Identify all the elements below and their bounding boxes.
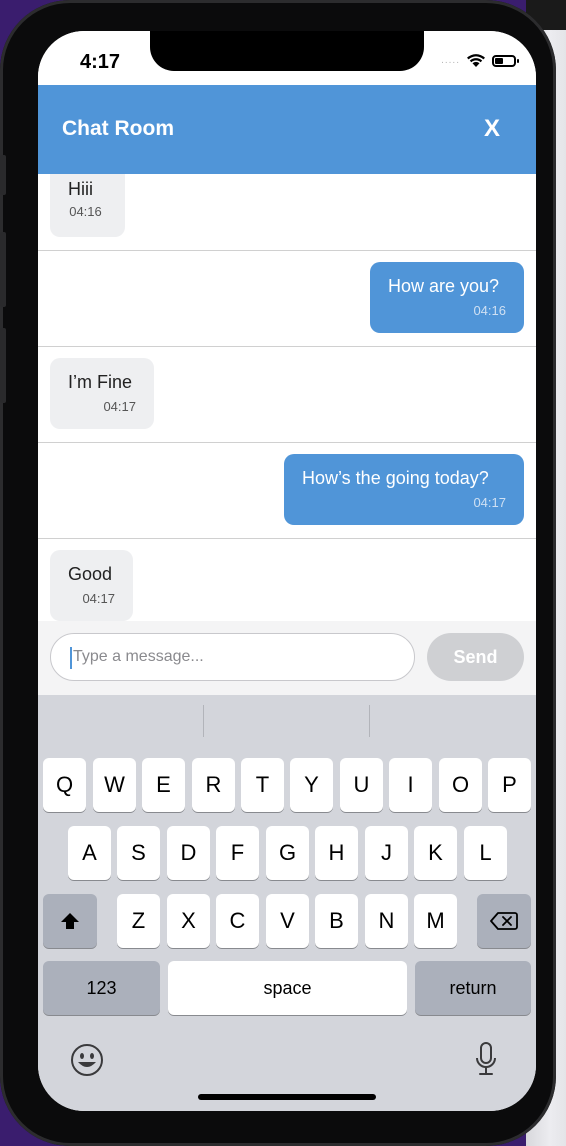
key-f[interactable]: F [216,826,259,880]
key-q[interactable]: Q [43,758,86,812]
volume-down-button [0,328,6,403]
incoming-message-bubble: Good 04:17 [50,550,133,621]
notch [150,31,424,71]
message-text: Good [68,564,113,584]
key-k[interactable]: K [414,826,457,880]
key-h[interactable]: H [315,826,358,880]
microphone-icon[interactable] [474,1041,498,1079]
message-input-placeholder: Type a message... [73,648,204,665]
key-n[interactable]: N [365,894,408,948]
message-row: I’m Fine 04:17 [38,346,536,443]
message-time: 04:16 [69,204,102,219]
key-b[interactable]: B [315,894,358,948]
suggestion-divider [203,705,204,737]
wifi-icon [467,54,485,67]
key-u[interactable]: U [340,758,383,812]
key-v[interactable]: V [266,894,309,948]
message-row: How are you? 04:16 [38,250,536,347]
on-screen-keyboard: Q W E R T Y U I O P A S D F G H J K L Z … [38,695,536,1111]
home-indicator[interactable] [198,1094,376,1100]
message-time: 04:17 [473,495,506,510]
shift-key[interactable] [43,894,97,948]
suggestion-divider [369,705,370,737]
key-l[interactable]: L [464,826,507,880]
incoming-message-bubble: I’m Fine 04:17 [50,358,154,429]
key-c[interactable]: C [216,894,259,948]
shift-icon [61,913,79,929]
key-a[interactable]: A [68,826,111,880]
close-button[interactable]: X [484,115,500,143]
key-e[interactable]: E [142,758,185,812]
outgoing-message-bubble: How are you? 04:16 [370,262,524,333]
key-y[interactable]: Y [290,758,333,812]
key-p[interactable]: P [488,758,531,812]
key-z[interactable]: Z [117,894,160,948]
text-cursor [70,647,72,669]
volume-up-button [0,232,6,307]
message-row: Hiii 04:16 [38,174,536,251]
chat-room-title: Chat Room [62,117,174,140]
numbers-key[interactable]: 123 [43,961,160,1015]
backspace-icon [490,912,518,930]
message-list[interactable]: Hiii 04:16 How are you? 04:16 I’m Fine 0… [38,174,536,621]
key-x[interactable]: X [167,894,210,948]
phone-frame: 4:17 ..... Chat Room X Hiii 04:16 How ar… [0,0,556,1146]
key-j[interactable]: J [365,826,408,880]
emoji-icon[interactable] [70,1043,104,1077]
message-composer: Type a message... Send [38,621,536,695]
message-text: Hiii [68,179,93,199]
key-o[interactable]: O [439,758,482,812]
mute-switch [0,155,6,195]
message-text: How’s the going today? [302,468,489,488]
key-t[interactable]: T [241,758,284,812]
return-key[interactable]: return [415,961,531,1015]
send-button[interactable]: Send [427,633,524,681]
signal-dots: ..... [441,55,460,66]
chat-header: Chat Room X [38,85,536,174]
incoming-message-bubble: Hiii 04:16 [50,174,125,237]
message-time: 04:17 [82,591,115,606]
key-i[interactable]: I [389,758,432,812]
app-screen: 4:17 ..... Chat Room X Hiii 04:16 How ar… [38,31,536,1111]
space-key[interactable]: space [168,961,407,1015]
message-time: 04:16 [473,303,506,318]
status-bar: 4:17 ..... [38,31,536,85]
message-time: 04:17 [103,399,136,414]
key-w[interactable]: W [93,758,136,812]
battery-icon [492,54,519,67]
message-text: I’m Fine [68,372,133,392]
key-d[interactable]: D [167,826,210,880]
status-time: 4:17 [80,51,121,73]
key-m[interactable]: M [414,894,457,948]
key-s[interactable]: S [117,826,160,880]
message-row: How’s the going today? 04:17 [38,442,536,539]
backspace-key[interactable] [477,894,531,948]
message-text: How are you? [388,276,500,296]
status-icons: ..... [441,53,519,68]
key-g[interactable]: G [266,826,309,880]
outgoing-message-bubble: How’s the going today? 04:17 [284,454,524,525]
message-input[interactable]: Type a message... [50,633,415,681]
message-row: Good 04:17 [38,538,536,621]
key-r[interactable]: R [192,758,235,812]
